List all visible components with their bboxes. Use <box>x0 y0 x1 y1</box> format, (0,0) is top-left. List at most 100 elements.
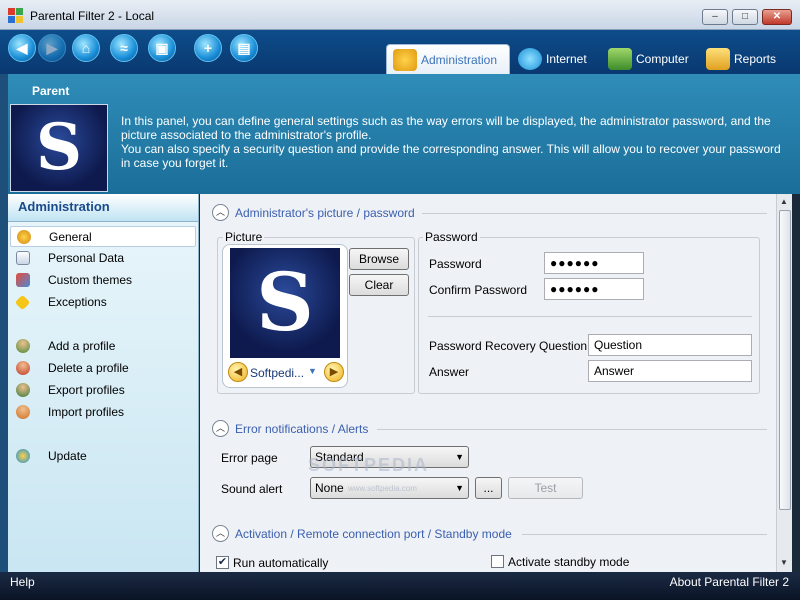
notepad-icon <box>16 251 30 265</box>
dropdown-arrow-icon: ▼ <box>455 483 464 493</box>
warning-icon <box>14 294 31 311</box>
delete-user-icon <box>16 361 30 375</box>
select-value: None <box>315 481 344 495</box>
browse-sound-button[interactable]: ... <box>475 477 502 499</box>
save-button[interactable]: ▤ <box>230 34 258 62</box>
scroll-down-icon[interactable]: ▼ <box>780 558 788 567</box>
tab-label: Reports <box>734 52 777 66</box>
chart-icon: ≈ <box>120 40 128 56</box>
tab-computer[interactable]: Computer <box>602 44 698 74</box>
picture-name: Softpedi... <box>250 366 305 380</box>
test-sound-button[interactable]: Test <box>508 477 583 499</box>
home-icon: ⌂ <box>81 40 91 56</box>
section-title: Activation / Remote connection port / St… <box>235 527 512 541</box>
run-automatically-checkbox[interactable]: ✔ <box>216 556 229 569</box>
sidebar-item-label: Update <box>48 449 87 463</box>
previous-picture-icon[interactable]: ◀ <box>228 362 248 382</box>
dropdown-arrow-icon: ▼ <box>455 452 464 462</box>
tab-label: Administration <box>421 53 498 67</box>
section-picture-password: ︿ Administrator's picture / password <box>212 204 767 222</box>
back-button[interactable]: ◀ <box>8 34 36 62</box>
chevron-down-icon[interactable]: ▼ <box>308 366 317 376</box>
run-automatically-label: Run automatically <box>233 556 329 570</box>
error-page-label: Error page <box>221 451 278 465</box>
scroll-up-icon[interactable]: ▲ <box>780 197 788 206</box>
gears-icon <box>393 49 417 71</box>
tab-reports[interactable]: Reports <box>700 44 792 74</box>
standby-mode-label: Activate standby mode <box>508 555 630 569</box>
home-button[interactable]: ⌂ <box>72 34 100 62</box>
tab-internet[interactable]: Internet <box>512 44 600 74</box>
app-logo-icon <box>8 8 24 24</box>
sidebar-item-label: Import profiles <box>48 405 125 419</box>
tab-label: Internet <box>546 52 587 66</box>
sidebar-title: Administration <box>8 194 198 222</box>
collapse-chevron-icon[interactable]: ︿ <box>212 204 229 221</box>
sidebar-item-add-profile[interactable]: Add a profile <box>10 336 196 357</box>
section-activation: ︿ Activation / Remote connection port / … <box>212 525 767 543</box>
sidebar-item-label: Add a profile <box>48 339 116 353</box>
import-user-icon <box>16 405 30 419</box>
maximize-button[interactable]: □ <box>732 9 758 25</box>
profile-picture: S <box>230 248 340 358</box>
confirm-password-field[interactable]: ●●●●●● <box>544 278 644 300</box>
window-title: Parental Filter 2 - Local <box>30 9 155 23</box>
scrollbar-thumb[interactable] <box>779 210 791 510</box>
close-button[interactable]: ✕ <box>762 9 792 25</box>
section-error-notifications: ︿ Error notifications / Alerts <box>212 420 767 438</box>
clear-button[interactable]: Clear <box>349 274 409 296</box>
tab-administration[interactable]: Administration <box>386 44 510 74</box>
collapse-chevron-icon[interactable]: ︿ <box>212 420 229 437</box>
sidebar-item-import-profiles[interactable]: Import profiles <box>10 402 196 423</box>
vertical-scrollbar[interactable]: ▲ ▼ <box>776 194 792 572</box>
sidebar-item-personal-data[interactable]: Personal Data <box>10 248 196 269</box>
globe-icon <box>518 48 542 70</box>
standby-mode-checkbox[interactable] <box>491 555 504 568</box>
sidebar-item-label: Exceptions <box>48 295 107 309</box>
description-paragraph: You can also specify a security question… <box>121 142 781 170</box>
watermark-text: SOFTPEDIA <box>308 455 430 475</box>
save-dropdown-button[interactable]: ▣ <box>148 34 176 62</box>
export-user-icon <box>16 383 30 397</box>
add-icon: + <box>203 40 213 56</box>
sidebar-item-update[interactable]: Update <box>10 446 196 467</box>
about-link[interactable]: About Parental Filter 2 <box>670 575 789 589</box>
avatar: S <box>10 104 108 192</box>
add-user-icon <box>16 339 30 353</box>
chart-button[interactable]: ≈ <box>110 34 138 62</box>
next-picture-icon[interactable]: ▶ <box>324 362 344 382</box>
sound-alert-label: Sound alert <box>221 482 283 496</box>
collapse-chevron-icon[interactable]: ︿ <box>212 525 229 542</box>
reports-icon <box>706 48 730 70</box>
help-link[interactable]: Help <box>10 575 35 589</box>
sidebar-item-delete-profile[interactable]: Delete a profile <box>10 358 196 379</box>
tab-label: Computer <box>636 52 689 66</box>
header-panel: Parent S In this panel, you can define g… <box>8 74 800 194</box>
watermark-url: www.softpedia.com <box>348 484 417 493</box>
sidebar-item-export-profiles[interactable]: Export profiles <box>10 380 196 401</box>
description-paragraph: In this panel, you can define general se… <box>121 114 771 142</box>
sidebar-item-general[interactable]: General <box>10 226 196 247</box>
sidebar-item-label: Custom themes <box>48 273 133 287</box>
password-divider <box>428 316 752 317</box>
sidebar-item-exceptions[interactable]: Exceptions <box>10 292 196 313</box>
title-bar: Parental Filter 2 - Local – □ ✕ <box>0 0 800 30</box>
sidebar-item-label: Delete a profile <box>48 361 129 375</box>
password-group-label: Password <box>423 230 480 244</box>
recovery-question-field[interactable]: Question <box>588 334 752 356</box>
browse-button[interactable]: Browse <box>349 248 409 270</box>
password-field[interactable]: ●●●●●● <box>544 252 644 274</box>
status-bar: Help About Parental Filter 2 <box>0 572 800 600</box>
add-button[interactable]: + <box>194 34 222 62</box>
sidebar-item-label: Export profiles <box>48 383 125 397</box>
sidebar-item-custom-themes[interactable]: Custom themes <box>10 270 196 291</box>
answer-field[interactable]: Answer <box>588 360 752 382</box>
section-divider <box>377 429 767 430</box>
settings-icon <box>17 230 31 244</box>
minimize-button[interactable]: – <box>702 9 728 25</box>
section-divider <box>522 534 767 535</box>
section-title: Error notifications / Alerts <box>235 422 369 436</box>
confirm-password-label: Confirm Password <box>429 283 528 297</box>
picture-group-label: Picture <box>223 230 265 244</box>
forward-button[interactable]: ▶ <box>38 34 66 62</box>
